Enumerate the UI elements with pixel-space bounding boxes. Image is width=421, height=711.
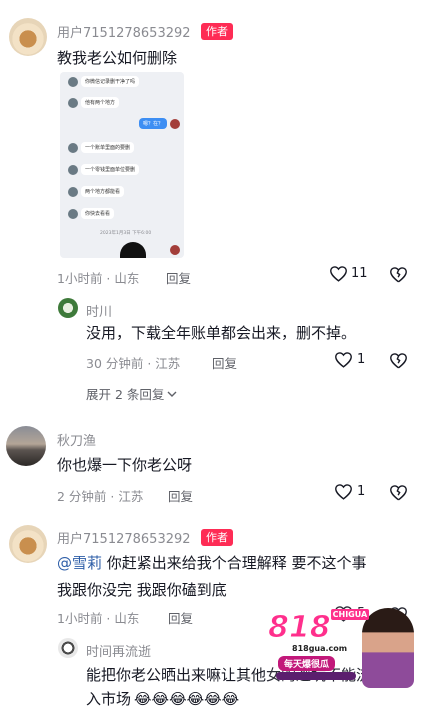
author-badge: 作者 — [201, 529, 233, 546]
like-count: 1 — [357, 352, 366, 367]
chat-bubble: 你快去看看 — [81, 208, 115, 219]
like-button[interactable]: 1 — [334, 483, 365, 500]
chat-avatar — [170, 118, 180, 129]
heart-icon — [330, 266, 347, 282]
reply-button[interactable]: 回复 — [168, 486, 193, 505]
comment-username[interactable]: 用户7151278653292 — [57, 528, 191, 547]
mention-link[interactable]: @雪莉 — [57, 554, 102, 572]
reply-button[interactable]: 回复 — [166, 268, 191, 287]
chat-row: 嗯？在？ — [138, 118, 180, 129]
chat-row: 你快去看看 — [68, 208, 115, 219]
broken-heart-icon[interactable] — [389, 266, 408, 283]
reply-username[interactable]: 时川 — [86, 301, 112, 320]
chat-avatar — [170, 245, 180, 255]
chat-avatar — [68, 97, 78, 108]
chat-row: 他有两个地方 — [68, 97, 120, 108]
avatar[interactable] — [58, 638, 78, 658]
watermark-brand: 818 CHIGUA — [268, 609, 370, 646]
comment-username[interactable]: 秋刀渔 — [57, 430, 96, 449]
comment-username[interactable]: 用户7151278653292 — [57, 22, 191, 41]
heart-icon — [335, 352, 352, 368]
comment-image[interactable]: 你微信记录删干净了吗 他有两个地方 嗯？在？ 一个账单里面的要删 一个零钱里面单… — [60, 72, 184, 258]
like-count: 1 — [357, 484, 366, 499]
watermark-person — [362, 608, 414, 688]
like-button[interactable]: 11 — [329, 265, 368, 282]
comment-time-location: 2 分钟前 · 江苏 — [57, 489, 144, 504]
chat-bubble: 一个零钱里面单位要删 — [81, 164, 140, 175]
watermark-slogan: 每天爆很瓜 — [278, 656, 336, 671]
comment-time-location: 1小时前 · 山东 — [57, 271, 140, 286]
comment-text: 教我老公如何删除 — [57, 49, 178, 67]
broken-heart-icon[interactable] — [389, 484, 408, 501]
reply-button[interactable]: 回复 — [168, 608, 193, 627]
reply-text: 没用，下载全年账单都会出来，删不掉。 — [86, 324, 357, 342]
laughing-emoji-icon: 😂😂😂😂😂😂 — [134, 690, 240, 708]
chat-bubble: 你微信记录删干净了吗 — [81, 76, 140, 87]
chevron-down-icon — [167, 391, 177, 397]
reply-time-location: 30 分钟前 · 江苏 — [86, 356, 181, 371]
avatar[interactable] — [9, 18, 47, 56]
chat-avatar — [68, 208, 78, 219]
expand-replies-button[interactable]: 展开 2 条回复 — [86, 384, 177, 403]
like-button[interactable]: 1 — [334, 351, 365, 368]
chat-avatar — [68, 76, 78, 87]
chat-timestamp: 2023年1月3日 下午6:00 — [100, 231, 152, 236]
avatar[interactable] — [6, 426, 46, 466]
watermark-logo: 818 CHIGUA 818gua.com 每天爆很瓜 — [266, 606, 416, 690]
comment-time-location: 1小时前 · 山东 — [57, 611, 140, 626]
chat-avatar — [68, 164, 78, 175]
like-count: 11 — [351, 266, 368, 281]
avatar[interactable] — [9, 525, 47, 563]
reply-username[interactable]: 时间再流逝 — [86, 641, 151, 660]
chat-avatar — [68, 142, 78, 153]
reply-text-line: 入市场 😂😂😂😂😂😂 — [86, 687, 239, 711]
chat-bubble: 他有两个地方 — [81, 97, 120, 108]
avatar[interactable] — [58, 298, 78, 318]
watermark-banner — [276, 672, 356, 680]
expand-replies-label: 展开 2 条回复 — [86, 387, 165, 402]
author-badge: 作者 — [201, 23, 233, 40]
comment-text-line: 我跟你没完 我跟你磕到底 — [57, 581, 227, 599]
chat-voice-avatar — [120, 242, 146, 258]
chat-bubble: 嗯？在？ — [138, 118, 167, 129]
chat-row: 一个账单里面的要删 — [68, 142, 135, 153]
chat-row: 两个地方都能看 — [68, 186, 125, 197]
chat-row: 一个零钱里面单位要删 — [68, 164, 140, 175]
chat-row: 你微信记录删干净了吗 — [68, 76, 140, 87]
chat-bubble: 一个账单里面的要删 — [81, 142, 135, 153]
chat-avatar — [68, 186, 78, 197]
watermark-site: 818gua.com — [292, 644, 348, 653]
reply-text-part: 入市场 — [86, 690, 132, 708]
watermark-brand-suffix: CHIGUA — [330, 609, 370, 620]
watermark-brand-number: 818 — [268, 610, 332, 646]
comment-text: 你也爆一下你老公呀 — [57, 456, 193, 474]
chat-bubble: 两个地方都能看 — [81, 186, 125, 197]
heart-icon — [335, 484, 352, 500]
comment-text-part: 你赶紧出来给我个合理解释 要不这个事 — [102, 554, 367, 572]
broken-heart-icon[interactable] — [389, 352, 408, 369]
reply-button[interactable]: 回复 — [212, 353, 237, 372]
comment-text: @雪莉 你赶紧出来给我个合理解释 要不这个事 — [57, 551, 367, 575]
